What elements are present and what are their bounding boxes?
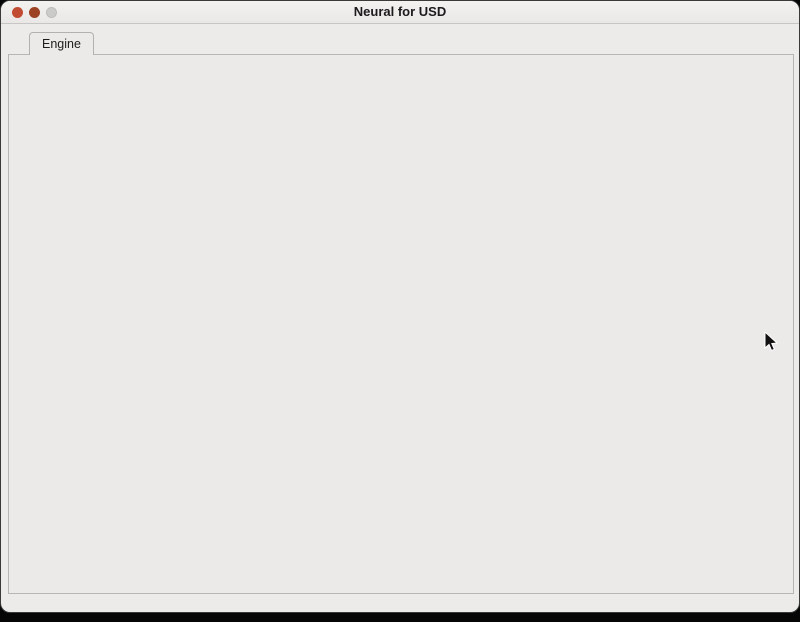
mouse-cursor-icon: [764, 330, 779, 358]
tab-pane: [8, 54, 794, 594]
title-bar[interactable]: Neural for USD: [1, 1, 799, 24]
screen: Neural for USD Engine /Users/Dev/Project…: [0, 0, 800, 622]
window-title: Neural for USD: [353, 4, 447, 19]
tab-engine-label: Engine: [42, 37, 81, 51]
tab-engine[interactable]: Engine: [29, 32, 94, 55]
app-window: Neural for USD Engine /Users/Dev/Project…: [0, 0, 800, 613]
